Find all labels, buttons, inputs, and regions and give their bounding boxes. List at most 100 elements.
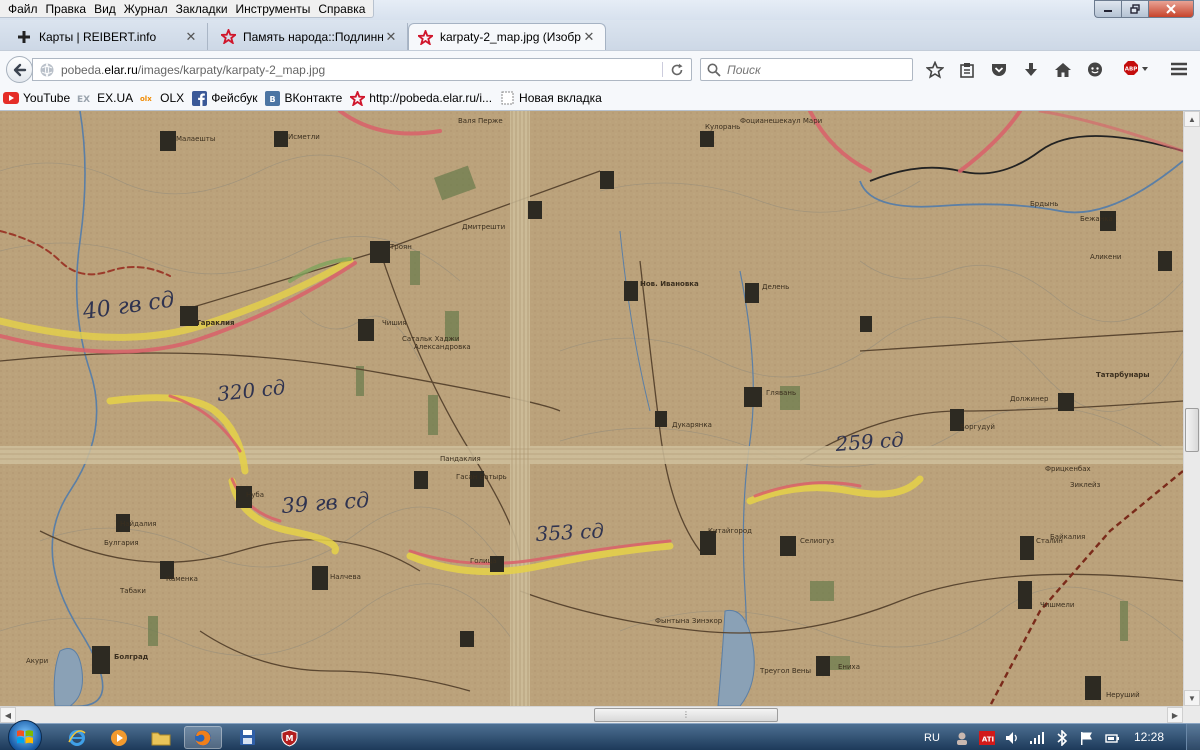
place-label: Треугол Вены — [759, 667, 811, 675]
place-label: Болград — [114, 653, 149, 661]
place-label: Фынтына Зинэкор — [655, 617, 723, 625]
place-label: Бежанка — [1080, 215, 1113, 223]
place-label: Пандаклия — [440, 455, 481, 463]
minimize-button[interactable] — [1094, 0, 1121, 18]
place-label: Дмитрешти — [462, 223, 505, 231]
restore-button[interactable] — [1121, 0, 1148, 18]
place-label: Неруший — [1106, 691, 1140, 699]
tab-close-button[interactable]: ✕ — [183, 29, 199, 45]
clipboard-icon — [960, 62, 974, 78]
toolbar-icons — [924, 58, 1116, 81]
bookmark-star-button[interactable] — [924, 59, 946, 81]
show-desktop-button[interactable] — [1186, 724, 1200, 750]
place-label: Байкалия — [1050, 533, 1085, 541]
folder-icon — [151, 732, 171, 745]
tray-network-user-icon[interactable] — [954, 730, 970, 746]
menu-tools[interactable]: Инструменты — [232, 0, 315, 18]
downloads-button[interactable] — [1020, 59, 1042, 81]
url-prefix: pobeda. — [61, 62, 105, 77]
vk-icon: B — [265, 90, 281, 106]
tray-power-icon[interactable] — [1104, 730, 1120, 746]
pocket-button[interactable] — [988, 59, 1010, 81]
tab-close-button[interactable]: ✕ — [581, 29, 597, 45]
bookmark-youtube[interactable]: YouTube — [3, 90, 70, 106]
bookmark-facebook[interactable]: Фейсбук — [191, 90, 258, 106]
place-label: Гасан Батырь — [456, 473, 507, 481]
scroll-down-arrow-icon[interactable]: ▼ — [1184, 690, 1200, 706]
bookmark-olx[interactable]: olx OLX — [140, 90, 184, 106]
tab-label: Память народа::Подлинн... — [243, 29, 383, 44]
language-indicator[interactable]: RU — [924, 732, 940, 744]
taskbar-clock[interactable]: 12:28 — [1134, 724, 1164, 750]
open-menu-button[interactable] — [1170, 60, 1190, 80]
vertical-scrollbar[interactable]: ▲ ▼ — [1183, 111, 1200, 706]
olx-icon: olx — [140, 90, 156, 106]
menu-history[interactable]: Журнал — [120, 0, 172, 18]
menu-bookmarks[interactable]: Закладки — [172, 0, 232, 18]
scroll-right-arrow-icon[interactable]: ▶ — [1167, 707, 1183, 723]
place-label: Троян — [389, 243, 412, 251]
bookmark-new-tab[interactable]: Новая вкладка — [499, 90, 602, 106]
scroll-up-arrow-icon[interactable]: ▲ — [1184, 111, 1200, 127]
place-label: Должинер — [1010, 395, 1049, 403]
url-separator — [662, 62, 663, 77]
url-text[interactable]: pobeda.elar.ru/images/karpaty/karpaty-2_… — [61, 63, 325, 77]
close-window-button[interactable] — [1148, 0, 1194, 18]
place-label: Булгария — [104, 539, 139, 547]
place-label: Татарбунары — [1096, 371, 1150, 379]
tray-flag-icon[interactable] — [1079, 730, 1095, 746]
place-label: Сатальк Хаджи — [402, 335, 459, 343]
tab-karpaty-map[interactable]: karpaty-2_map.jpg (Изобр... ✕ — [408, 23, 606, 50]
blank-page-icon — [499, 90, 515, 106]
search-input[interactable] — [727, 62, 907, 77]
reload-button[interactable] — [669, 62, 685, 78]
home-button[interactable] — [1052, 59, 1074, 81]
reading-list-button[interactable] — [956, 59, 978, 81]
menu-edit[interactable]: Правка — [42, 0, 91, 18]
chat-bubble-icon — [1088, 62, 1102, 76]
tray-signal-bars-icon[interactable] — [1029, 730, 1045, 746]
url-bar[interactable]: pobeda.elar.ru/images/karpaty/karpaty-2_… — [32, 58, 692, 81]
start-button[interactable] — [8, 720, 42, 750]
back-button[interactable] — [6, 56, 33, 83]
taskbar-internet-explorer[interactable] — [58, 726, 96, 749]
bookmark-pobeda[interactable]: http://pobeda.elar.ru/i... — [349, 90, 492, 106]
menu-view[interactable]: Вид — [90, 0, 120, 18]
vertical-scroll-thumb[interactable] — [1185, 408, 1199, 452]
tab-reibert[interactable]: Карты | REIBERT.info ✕ — [8, 23, 208, 50]
tray-ati-icon[interactable]: ATI — [978, 730, 995, 746]
facebook-icon — [191, 90, 207, 106]
taskbar-firefox[interactable] — [184, 726, 222, 749]
image-viewport[interactable]: Малаешты Исметли Валя Перже Кулорань Фоц… — [0, 111, 1183, 706]
adblock-plus-button[interactable]: ABP — [1122, 60, 1150, 80]
military-map-image[interactable]: Малаешты Исметли Валя Перже Кулорань Фоц… — [0, 111, 1183, 706]
hello-chat-button[interactable] — [1084, 59, 1106, 81]
bookmark-exua[interactable]: EX EX.UA — [77, 90, 133, 106]
menu-file[interactable]: Файл — [4, 0, 42, 18]
adblock-plus-icon: ABP — [1124, 61, 1148, 75]
svg-text:B: B — [269, 95, 275, 104]
place-label: Аликени — [1090, 253, 1121, 261]
menu-help[interactable]: Справка — [314, 0, 369, 18]
svg-text:ABP: ABP — [1125, 67, 1137, 73]
place-label: Налчева — [330, 573, 361, 581]
taskbar-antivirus[interactable]: M — [270, 726, 308, 749]
taskbar-save-app[interactable] — [228, 726, 266, 749]
tray-speaker-icon[interactable] — [1004, 730, 1020, 746]
search-box[interactable] — [700, 58, 913, 81]
horizontal-scrollbar[interactable]: ◀ ⋮ ▶ — [0, 706, 1183, 723]
bookmark-vkontakte[interactable]: B ВКонтакте — [265, 90, 342, 106]
place-label: Акури — [26, 657, 48, 665]
reibert-favicon-icon — [16, 29, 32, 45]
taskbar-explorer[interactable] — [142, 726, 180, 749]
horizontal-scroll-thumb[interactable]: ⋮ — [594, 708, 778, 722]
place-label: Тараклия — [196, 319, 235, 327]
svg-text:M: M — [285, 734, 293, 743]
scroll-left-arrow-icon[interactable]: ◀ — [0, 707, 16, 723]
tab-pamyat-naroda[interactable]: Память народа::Подлинн... ✕ — [212, 23, 408, 50]
bookmark-label: EX.UA — [97, 91, 134, 105]
tray-bluetooth-icon[interactable] — [1054, 729, 1070, 746]
taskbar-media-player[interactable] — [100, 726, 138, 749]
menu-bar: Файл Правка Вид Журнал Закладки Инструме… — [0, 0, 1200, 20]
tab-close-button[interactable]: ✕ — [383, 29, 399, 45]
